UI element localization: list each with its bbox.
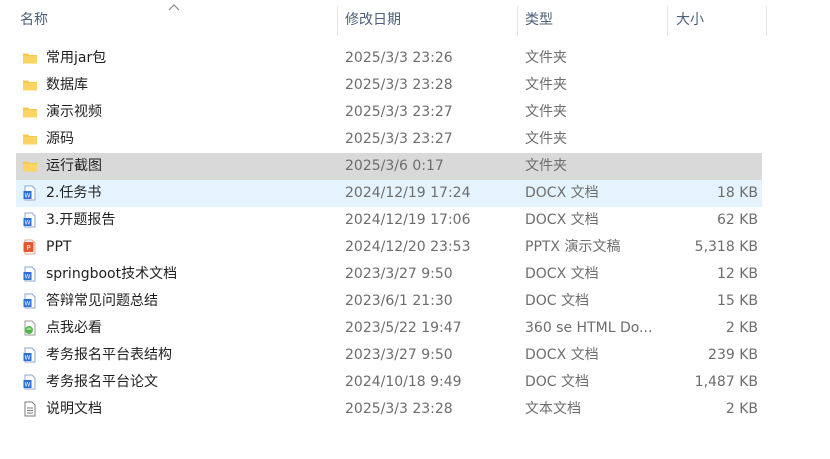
file-row[interactable]: W 2.任务书 2024/12/19 17:24 DOCX 文档 18 KB: [16, 180, 762, 207]
column-header-name[interactable]: 名称: [20, 0, 48, 40]
file-name: 数据库: [46, 77, 88, 93]
file-type: 文件夹: [525, 131, 567, 147]
folder-icon: [22, 77, 38, 93]
file-row[interactable]: 数据库 2025/3/3 23:28 文件夹: [16, 72, 762, 99]
file-row[interactable]: P PPT 2024/12/20 23:53 PPTX 演示文稿 5,318 KB: [16, 234, 762, 261]
file-type: 文件夹: [525, 77, 567, 93]
file-name: 2.任务书: [46, 185, 102, 201]
column-divider[interactable]: [766, 6, 767, 36]
file-date: 2023/3/27 9:50: [345, 347, 453, 363]
file-date: 2024/10/18 9:49: [345, 374, 462, 390]
column-divider[interactable]: [337, 6, 338, 36]
folder-icon: [22, 131, 38, 147]
file-date: 2025/3/3 23:28: [345, 401, 453, 417]
svg-text:W: W: [25, 273, 31, 280]
file-type: DOCX 文档: [525, 266, 599, 282]
file-size: 239 KB: [708, 347, 758, 363]
file-name: 源码: [46, 131, 74, 147]
column-header-date[interactable]: 修改日期: [345, 0, 401, 40]
folder-icon: [22, 50, 38, 66]
file-type: DOC 文档: [525, 374, 590, 390]
file-row[interactable]: W 考务报名平台论文 2024/10/18 9:49 DOC 文档 1,487 KB: [16, 369, 762, 396]
file-date: 2023/5/22 19:47: [345, 320, 462, 336]
file-name: 说明文档: [46, 401, 102, 417]
file-date: 2025/3/6 0:17: [345, 158, 444, 174]
file-row[interactable]: 源码 2025/3/3 23:27 文件夹: [16, 126, 762, 153]
file-type: 文件夹: [525, 50, 567, 66]
file-row[interactable]: 常用jar包 2025/3/3 23:26 文件夹: [16, 45, 762, 72]
file-name: 点我必看: [46, 320, 102, 336]
file-size: 5,318 KB: [694, 239, 758, 255]
column-header-type[interactable]: 类型: [525, 0, 553, 40]
file-size: 18 KB: [716, 185, 758, 201]
file-size: 15 KB: [716, 293, 758, 309]
file-date: 2025/3/3 23:27: [345, 131, 453, 147]
file-type: DOCX 文档: [525, 185, 599, 201]
column-header-size[interactable]: 大小: [676, 0, 704, 40]
svg-text:W: W: [25, 354, 31, 361]
file-date: 2023/6/1 21:30: [345, 293, 453, 309]
file-row[interactable]: W 答辩常见问题总结 2023/6/1 21:30 DOC 文档 15 KB: [16, 288, 762, 315]
file-size: 2 KB: [725, 320, 758, 336]
file-date: 2024/12/19 17:06: [345, 212, 471, 228]
file-row[interactable]: 运行截图 2025/3/6 0:17 文件夹: [16, 153, 762, 180]
word-doc-icon: W: [22, 293, 38, 309]
word-doc-icon: W: [22, 374, 38, 390]
powerpoint-icon: P: [22, 239, 38, 255]
file-date: 2024/12/19 17:24: [345, 185, 471, 201]
file-date: 2024/12/20 23:53: [345, 239, 471, 255]
file-name: 答辩常见问题总结: [46, 293, 158, 309]
column-divider[interactable]: [517, 6, 518, 36]
file-row[interactable]: W 考务报名平台表结构 2023/3/27 9:50 DOCX 文档 239 KB: [16, 342, 762, 369]
word-doc-icon: W: [22, 185, 38, 201]
file-type: DOCX 文档: [525, 347, 599, 363]
file-name: 考务报名平台论文: [46, 374, 158, 390]
file-type: DOCX 文档: [525, 212, 599, 228]
folder-icon: [22, 158, 38, 174]
word-doc-icon: W: [22, 347, 38, 363]
file-row[interactable]: 点我必看 2023/5/22 19:47 360 se HTML Do... 2 KB: [16, 315, 762, 342]
svg-text:P: P: [26, 244, 30, 252]
file-size: 1,487 KB: [694, 374, 758, 390]
file-type: PPTX 演示文稿: [525, 239, 621, 255]
file-type: 文件夹: [525, 158, 567, 174]
file-name: 常用jar包: [46, 50, 107, 66]
text-document-icon: [22, 401, 38, 417]
file-date: 2025/3/3 23:27: [345, 104, 453, 120]
file-row[interactable]: 演示视频 2025/3/3 23:27 文件夹: [16, 99, 762, 126]
file-type: 文本文档: [525, 401, 581, 417]
folder-icon: [22, 104, 38, 120]
file-type: DOC 文档: [525, 293, 590, 309]
word-doc-icon: W: [22, 212, 38, 228]
file-date: 2025/3/3 23:28: [345, 77, 453, 93]
file-size: 62 KB: [716, 212, 758, 228]
file-size: 12 KB: [716, 266, 758, 282]
html-document-icon: [22, 320, 38, 336]
file-name: 运行截图: [46, 158, 102, 174]
svg-text:W: W: [25, 300, 31, 307]
file-type: 文件夹: [525, 104, 567, 120]
file-name: 3.开题报告: [46, 212, 116, 228]
column-divider[interactable]: [667, 6, 668, 36]
file-size: 2 KB: [725, 401, 758, 417]
file-row[interactable]: W 3.开题报告 2024/12/19 17:06 DOCX 文档 62 KB: [16, 207, 762, 234]
file-name: PPT: [46, 239, 72, 255]
svg-text:W: W: [25, 192, 31, 199]
sort-ascending-icon: [168, 4, 180, 11]
file-row[interactable]: Wspringboot技术文档 2023/3/27 9:50 DOCX 文档 12 K…: [16, 261, 762, 288]
svg-text:W: W: [25, 381, 31, 388]
file-name: 考务报名平台表结构: [46, 347, 172, 363]
file-name: springboot技术文档: [46, 266, 178, 282]
file-date: 2025/3/3 23:26: [345, 50, 453, 66]
svg-text:W: W: [25, 219, 31, 226]
column-header-bar: 名称 修改日期 类型 大小: [0, 0, 830, 40]
file-date: 2023/3/27 9:50: [345, 266, 453, 282]
word-doc-icon: W: [22, 266, 38, 282]
file-row[interactable]: 说明文档 2025/3/3 23:28 文本文档 2 KB: [16, 396, 762, 423]
file-type: 360 se HTML Do...: [525, 320, 653, 336]
file-name: 演示视频: [46, 104, 102, 120]
